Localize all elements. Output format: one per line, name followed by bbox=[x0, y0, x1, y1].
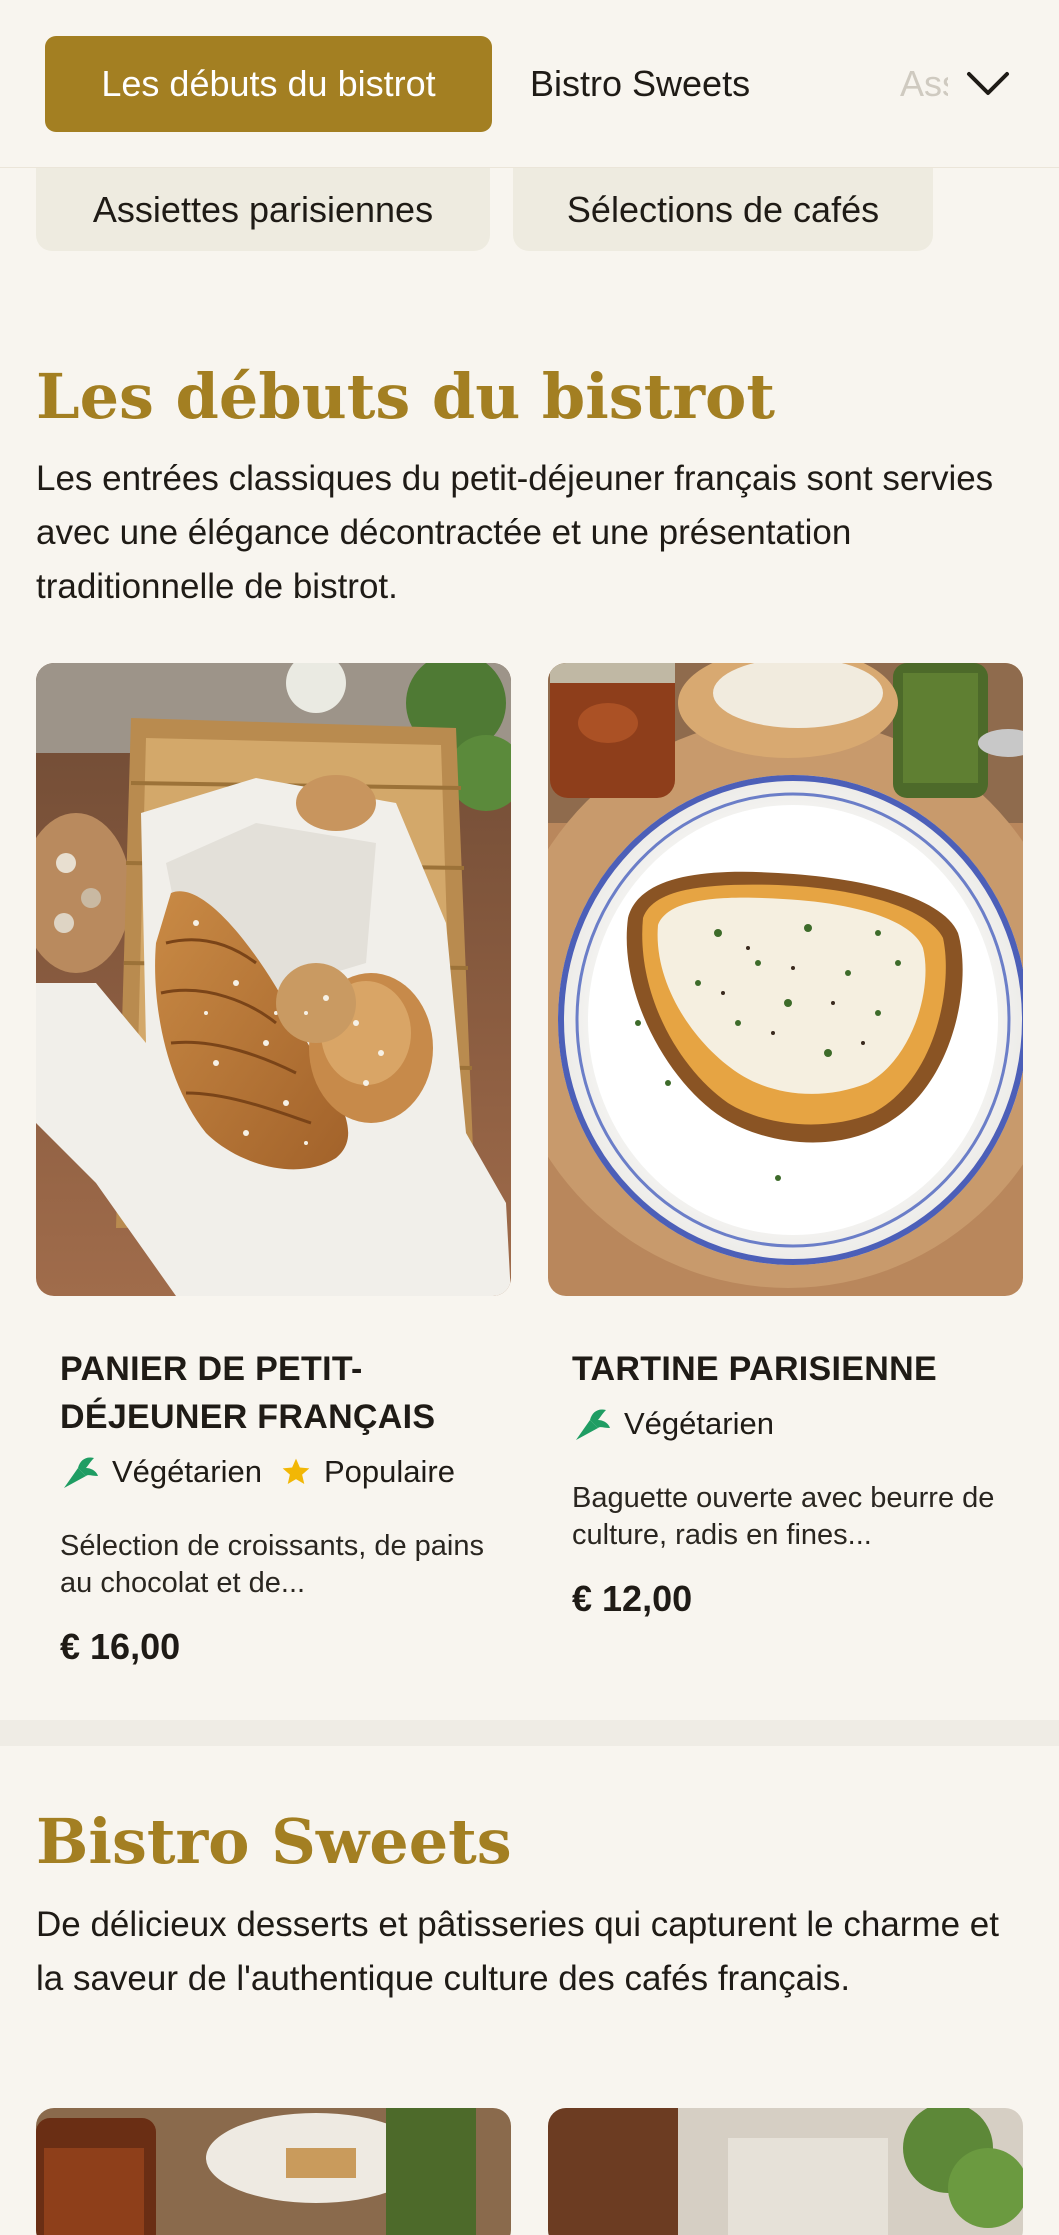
item-description: Sélection de croissants, de pains au cho… bbox=[60, 1530, 484, 1599]
item-name: TARTINE PARISIENNE bbox=[572, 1350, 937, 1388]
item-tags: Végétarien bbox=[572, 1406, 792, 1442]
item-tags: Végétarien Populaire bbox=[60, 1454, 473, 1490]
item-name: PANIER DE PETIT-DÉJEUNER FRANÇAIS bbox=[60, 1350, 436, 1436]
category-nav: Les débuts du bistrot Bistro Sweets Assi… bbox=[0, 0, 1059, 168]
vegetarian-tag: Végétarien bbox=[572, 1406, 774, 1442]
chevron-down-icon[interactable] bbox=[956, 52, 1020, 116]
chip-selections-de-cafes[interactable]: Sélections de cafés bbox=[513, 168, 933, 251]
tab-bistro-sweets[interactable]: Bistro Sweets bbox=[530, 36, 750, 132]
section-divider bbox=[0, 1720, 1059, 1746]
section-description: De délicieux desserts et pâtisseries qui… bbox=[36, 1905, 999, 1998]
breakfast-basket-image[interactable] bbox=[36, 663, 511, 1296]
section-title: Les débuts du bistrot bbox=[36, 360, 776, 433]
tartine-parisienne-image[interactable] bbox=[548, 663, 1023, 1296]
vegetarian-label: Végétarien bbox=[624, 1406, 774, 1441]
item-price: € 16,00 bbox=[60, 1626, 181, 1667]
item-description: Baguette ouverte avec beurre de culture,… bbox=[572, 1482, 995, 1551]
vegetarian-label: Végétarien bbox=[112, 1454, 262, 1489]
carrot-icon bbox=[64, 1457, 98, 1488]
star-icon bbox=[282, 1458, 310, 1484]
popular-label: Populaire bbox=[323, 1454, 455, 1489]
section-description: Les entrées classiques du petit-déjeuner… bbox=[36, 459, 994, 606]
carrot-icon bbox=[576, 1409, 610, 1440]
popular-tag: Populaire bbox=[280, 1454, 455, 1490]
section-title: Bistro Sweets bbox=[36, 1805, 512, 1878]
dessert-image[interactable] bbox=[548, 2108, 1023, 2235]
chip-assiettes-parisiennes[interactable]: Assiettes parisiennes bbox=[36, 168, 490, 251]
vegetarian-tag: Végétarien bbox=[60, 1454, 262, 1490]
item-price: € 12,00 bbox=[572, 1578, 693, 1619]
dessert-image[interactable] bbox=[36, 2108, 511, 2235]
tab-les-debuts-du-bistrot[interactable]: Les débuts du bistrot bbox=[45, 36, 492, 132]
tab-assiettes-parisiennes[interactable]: Assiettes parisiennes bbox=[900, 36, 948, 132]
